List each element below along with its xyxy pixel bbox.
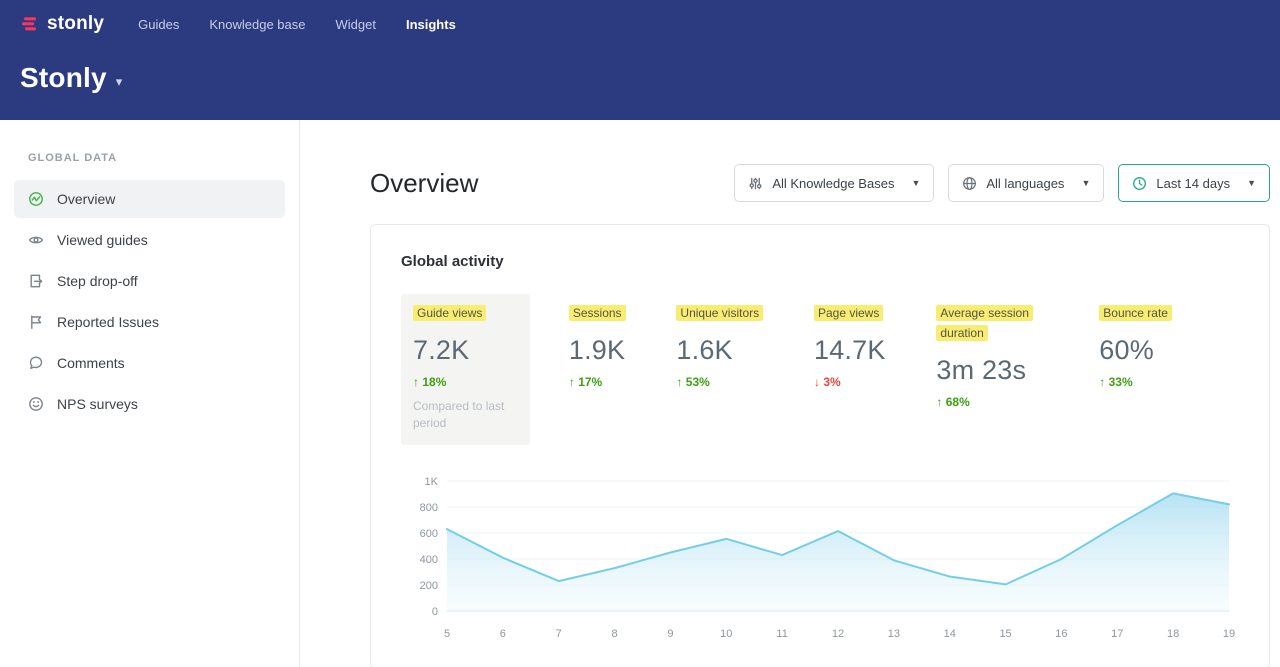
overview-icon bbox=[28, 191, 44, 207]
svg-text:7: 7 bbox=[556, 628, 562, 640]
sidebar-item-label: NPS surveys bbox=[57, 396, 138, 412]
svg-text:8: 8 bbox=[612, 628, 618, 640]
filters-bar: All Knowledge Bases ▼ All languages ▼ La… bbox=[734, 164, 1270, 202]
global-activity-card: Global activity Guide views 7.2K ↑ 18% C… bbox=[370, 224, 1270, 667]
metric-label: Page views bbox=[814, 305, 883, 321]
language-filter[interactable]: All languages ▼ bbox=[948, 164, 1104, 202]
metric-value: 60% bbox=[1099, 335, 1172, 366]
stonly-logo[interactable]: stonly bbox=[20, 13, 104, 35]
metric-value: 7.2K bbox=[413, 335, 518, 366]
metric-value: 1.9K bbox=[569, 335, 626, 366]
sidebar-item-label: Step drop-off bbox=[57, 273, 138, 289]
metric-label: Unique visitors bbox=[676, 305, 763, 321]
top-header: stonly Guides Knowledge base Widget Insi… bbox=[0, 0, 1280, 120]
sidebar-section-label: GLOBAL DATA bbox=[14, 152, 285, 164]
sidebar-item-comments[interactable]: Comments bbox=[14, 344, 285, 382]
metric-delta: ↑ 18% bbox=[413, 375, 518, 389]
metric-delta: ↑ 68% bbox=[936, 395, 1048, 409]
svg-text:0: 0 bbox=[432, 606, 438, 618]
eye-icon bbox=[28, 232, 44, 248]
metrics-row: Guide views 7.2K ↑ 18% Compared to last … bbox=[401, 294, 1184, 445]
nav-guides[interactable]: Guides bbox=[138, 17, 179, 32]
metric-note: Compared to last period bbox=[413, 398, 518, 432]
metric-delta: ↑ 17% bbox=[569, 375, 626, 389]
svg-text:18: 18 bbox=[1167, 628, 1179, 640]
metric-value: 14.7K bbox=[814, 335, 886, 366]
activity-chart: 0 200 400 600 800 1K 5 6 7 8 9 10 11 12 13 14 15 16 17 18 19 bbox=[401, 467, 1239, 650]
metric-label: Average session duration bbox=[936, 305, 1033, 341]
smiley-icon bbox=[28, 396, 44, 412]
svg-text:6: 6 bbox=[500, 628, 506, 640]
nav-knowledge-base[interactable]: Knowledge base bbox=[209, 17, 305, 32]
metric-guide-views[interactable]: Guide views 7.2K ↑ 18% Compared to last … bbox=[401, 294, 530, 445]
knowledge-bases-filter-value: All Knowledge Bases bbox=[772, 176, 894, 191]
svg-text:5: 5 bbox=[444, 628, 450, 640]
globe-icon bbox=[962, 176, 977, 191]
metric-label: Bounce rate bbox=[1099, 305, 1172, 321]
chevron-down-icon[interactable]: ▾ bbox=[116, 74, 123, 90]
date-range-filter-value: Last 14 days bbox=[1156, 176, 1230, 191]
comment-icon bbox=[28, 355, 44, 371]
metric-value: 3m 23s bbox=[936, 355, 1048, 386]
metric-value: 1.6K bbox=[676, 335, 763, 366]
step-dropoff-icon bbox=[28, 273, 44, 289]
sidebar-item-overview[interactable]: Overview bbox=[14, 180, 285, 218]
sidebar-item-viewed-guides[interactable]: Viewed guides bbox=[14, 221, 285, 259]
nav-insights[interactable]: Insights bbox=[406, 17, 456, 32]
svg-text:1K: 1K bbox=[425, 476, 439, 488]
metric-average-session-duration[interactable]: Average session duration 3m 23s ↑ 68% bbox=[924, 294, 1060, 423]
sidebar-item-label: Overview bbox=[57, 191, 115, 207]
svg-text:9: 9 bbox=[667, 628, 673, 640]
metric-delta: ↑ 33% bbox=[1099, 375, 1172, 389]
workspace-title[interactable]: Stonly bbox=[20, 62, 107, 94]
svg-text:600: 600 bbox=[420, 528, 438, 540]
sidebar-item-label: Viewed guides bbox=[57, 232, 148, 248]
chevron-down-icon: ▼ bbox=[1081, 178, 1090, 188]
svg-text:17: 17 bbox=[1111, 628, 1123, 640]
logo-text: stonly bbox=[47, 13, 104, 35]
metric-label: Sessions bbox=[569, 305, 626, 321]
sidebar-item-label: Reported Issues bbox=[57, 314, 159, 330]
svg-text:19: 19 bbox=[1223, 628, 1235, 640]
chevron-down-icon: ▼ bbox=[1247, 178, 1256, 188]
metric-delta: ↑ 53% bbox=[676, 375, 763, 389]
clock-icon bbox=[1132, 176, 1147, 191]
svg-text:13: 13 bbox=[888, 628, 900, 640]
sidebar-item-reported-issues[interactable]: Reported Issues bbox=[14, 303, 285, 341]
area-chart: 0 200 400 600 800 1K 5 6 7 8 9 10 11 12 13 14 15 16 17 18 19 bbox=[401, 467, 1241, 645]
svg-text:400: 400 bbox=[420, 554, 438, 566]
main-content: Overview All Knowledge Bases ▼ All langu… bbox=[300, 120, 1280, 667]
svg-text:11: 11 bbox=[776, 628, 787, 640]
metric-bounce-rate[interactable]: Bounce rate 60% ↑ 33% bbox=[1087, 294, 1184, 403]
chevron-down-icon: ▼ bbox=[911, 178, 920, 188]
nav-widget[interactable]: Widget bbox=[336, 17, 376, 32]
metric-label: Guide views bbox=[413, 305, 486, 321]
sidebar: GLOBAL DATA Overview Viewed guides bbox=[0, 120, 300, 667]
knowledge-bases-filter[interactable]: All Knowledge Bases ▼ bbox=[734, 164, 934, 202]
top-nav: Guides Knowledge base Widget Insights bbox=[138, 17, 456, 32]
metric-delta: ↓ 3% bbox=[814, 375, 886, 389]
sidebar-item-step-drop-off[interactable]: Step drop-off bbox=[14, 262, 285, 300]
language-filter-value: All languages bbox=[986, 176, 1064, 191]
date-range-filter[interactable]: Last 14 days ▼ bbox=[1118, 164, 1270, 202]
metric-sessions[interactable]: Sessions 1.9K ↑ 17% bbox=[557, 294, 638, 403]
svg-text:15: 15 bbox=[999, 628, 1011, 640]
svg-text:10: 10 bbox=[720, 628, 732, 640]
sidebar-item-nps-surveys[interactable]: NPS surveys bbox=[14, 385, 285, 423]
svg-text:800: 800 bbox=[420, 502, 438, 514]
stonly-logo-icon bbox=[20, 14, 40, 34]
sliders-icon bbox=[748, 176, 763, 191]
svg-text:12: 12 bbox=[832, 628, 844, 640]
metric-unique-visitors[interactable]: Unique visitors 1.6K ↑ 53% bbox=[664, 294, 775, 403]
sidebar-item-label: Comments bbox=[57, 355, 125, 371]
flag-icon bbox=[28, 314, 44, 330]
svg-text:14: 14 bbox=[944, 628, 956, 640]
page-title: Overview bbox=[370, 168, 478, 199]
metric-page-views[interactable]: Page views 14.7K ↓ 3% bbox=[802, 294, 898, 403]
card-title: Global activity bbox=[401, 253, 1239, 270]
svg-text:16: 16 bbox=[1055, 628, 1067, 640]
svg-text:200: 200 bbox=[420, 580, 438, 592]
